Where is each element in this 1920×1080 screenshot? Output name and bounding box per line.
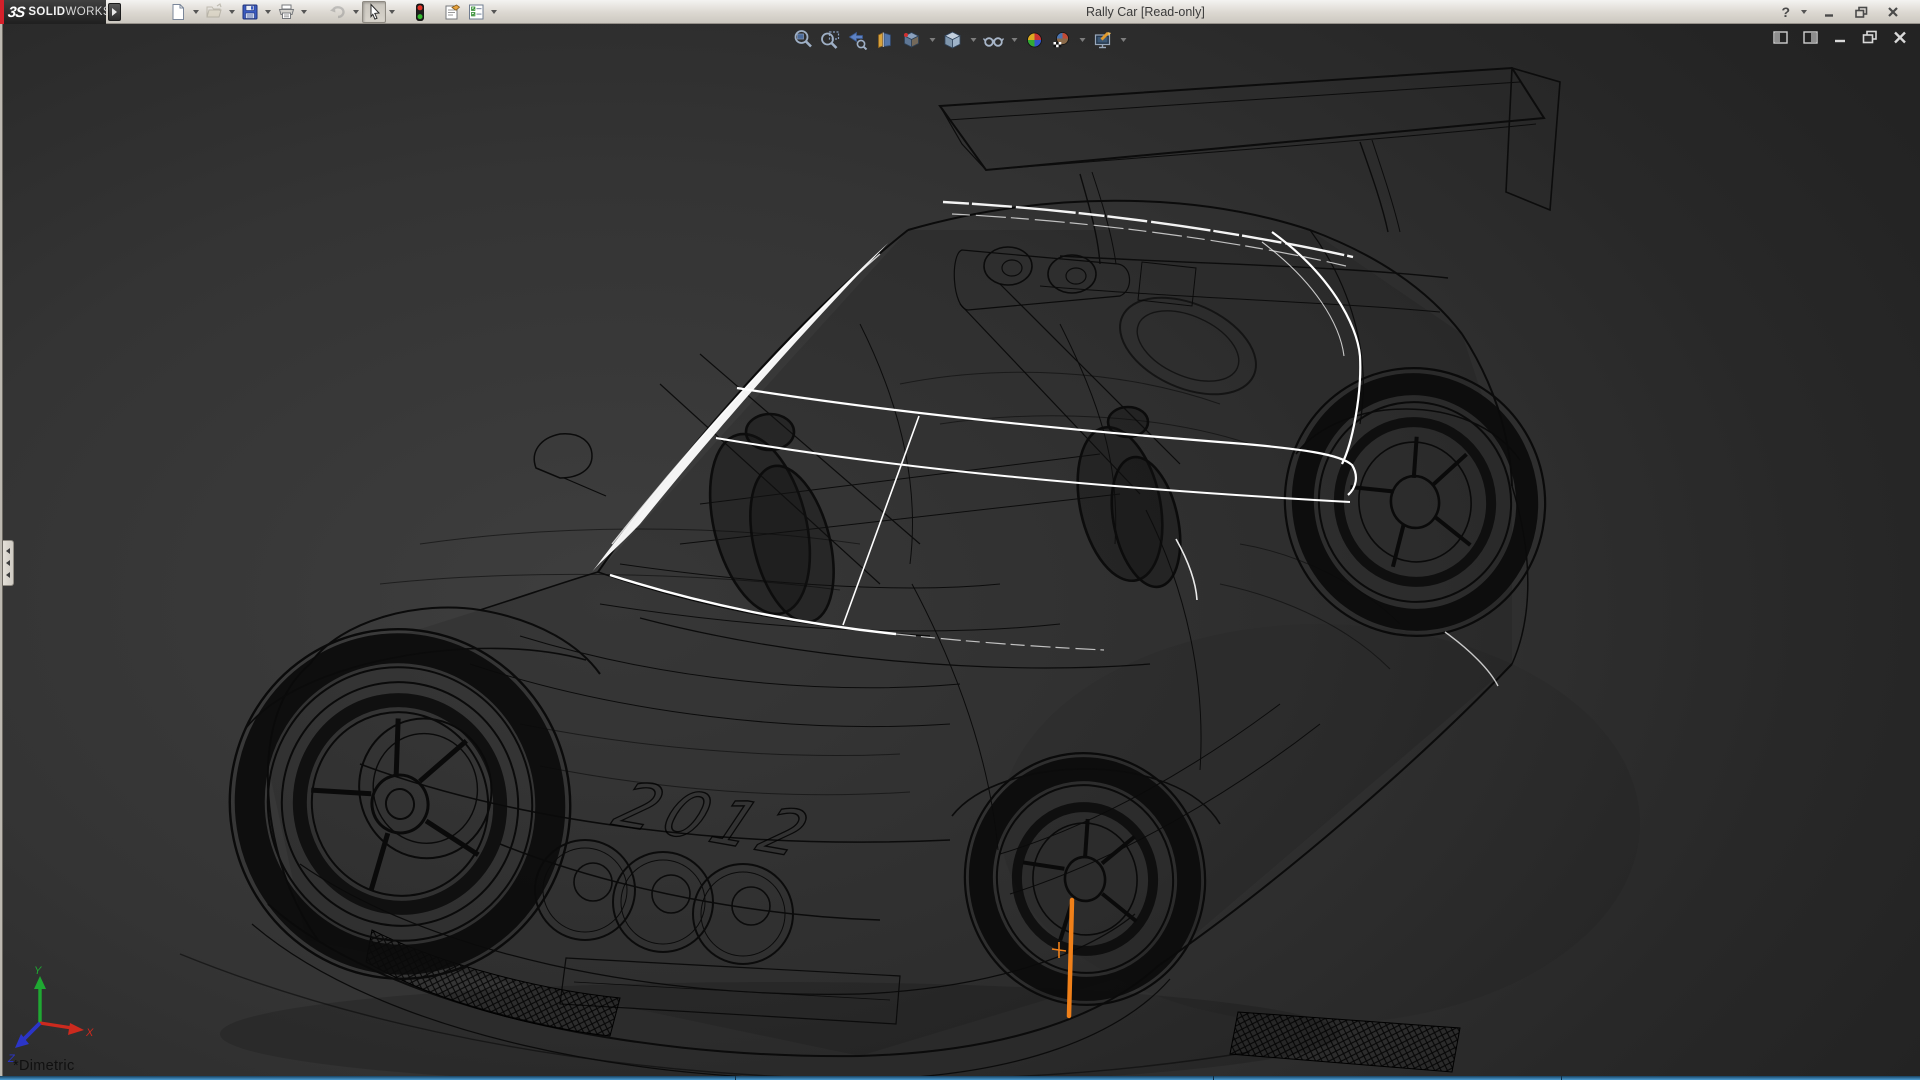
previous-view-button[interactable] (846, 28, 870, 52)
svg-text:Y: Y (34, 965, 42, 977)
options-dropdown[interactable] (488, 1, 500, 23)
chevron-left-icon (6, 572, 10, 578)
right-pane-toggle-button[interactable] (1800, 28, 1820, 46)
save-button[interactable] (238, 1, 262, 23)
restore-icon (1854, 5, 1869, 19)
doc-close-button[interactable] (1890, 28, 1910, 46)
doc-minimize-button[interactable] (1830, 28, 1850, 46)
brand-name-bold: SOLID (28, 6, 65, 18)
title-bar: 3S SOLIDWORKS (0, 0, 1920, 24)
print-button[interactable] (274, 1, 298, 23)
select-cursor-icon (366, 3, 383, 21)
new-document-icon (169, 3, 187, 21)
collapsed-panel-tab[interactable] (3, 540, 14, 586)
brand-name-light: WORKS (66, 6, 111, 18)
display-style-icon (943, 30, 963, 50)
open-document-button[interactable] (202, 1, 226, 23)
rebuild-button[interactable] (408, 1, 432, 23)
minimize-icon (1822, 5, 1836, 19)
app-minimize-button[interactable] (1816, 2, 1842, 22)
view-orientation-icon (902, 30, 922, 50)
graphics-viewport[interactable]: 2012 (0, 24, 1920, 1076)
restore-window-icon (1862, 30, 1878, 44)
close-icon (1886, 5, 1900, 19)
help-button[interactable]: ? (1779, 4, 1792, 20)
rebuild-traffic-light-icon (414, 3, 426, 22)
chevron-left-icon (6, 560, 10, 566)
orientation-triad: Y X Z (7, 965, 94, 1065)
file-properties-icon (443, 3, 462, 21)
view-orientation-dropdown[interactable] (927, 28, 938, 52)
section-view-icon (875, 30, 895, 50)
open-document-icon (205, 3, 224, 21)
save-dropdown[interactable] (262, 1, 274, 23)
left-pane-toggle-button[interactable] (1770, 28, 1790, 46)
apply-scene-button[interactable] (1050, 28, 1074, 52)
options-icon (467, 3, 486, 21)
zoom-to-fit-icon (794, 30, 814, 50)
window-title: Rally Car [Read-only] (1086, 5, 1205, 19)
brand-red-stripe (0, 0, 4, 24)
doc-restore-button[interactable] (1860, 28, 1880, 46)
rally-car-wireframe: 2012 (7, 68, 1640, 1076)
edit-appearance-button[interactable] (1023, 28, 1047, 52)
hide-show-items-button[interactable] (982, 28, 1006, 52)
app-close-button[interactable] (1880, 2, 1906, 22)
apply-scene-icon (1052, 30, 1072, 50)
zoom-to-area-button[interactable] (819, 28, 843, 52)
previous-view-icon (848, 30, 868, 50)
hide-show-items-dropdown[interactable] (1009, 28, 1020, 52)
undo-icon (328, 3, 348, 21)
view-settings-button[interactable] (1091, 28, 1115, 52)
edit-appearance-icon (1025, 30, 1045, 50)
solidworks-logo: 3S SOLIDWORKS (0, 0, 106, 24)
hide-show-items-icon (983, 30, 1005, 50)
section-view-button[interactable] (873, 28, 897, 52)
chevron-left-icon (6, 548, 10, 554)
view-settings-icon (1092, 30, 1113, 50)
undo-button[interactable] (326, 1, 350, 23)
right-pane-toggle-icon (1803, 31, 1818, 44)
select-tool-dropdown[interactable] (386, 1, 398, 23)
app-restore-button[interactable] (1848, 2, 1874, 22)
model-viewport-canvas[interactable]: 2012 (0, 24, 1920, 1076)
minimize-window-icon (1833, 31, 1847, 44)
left-pane-toggle-icon (1773, 31, 1788, 44)
print-icon (277, 3, 296, 21)
view-settings-dropdown[interactable] (1118, 28, 1129, 52)
open-document-dropdown[interactable] (226, 1, 238, 23)
file-properties-button[interactable] (440, 1, 464, 23)
options-button[interactable] (464, 1, 488, 23)
display-style-dropdown[interactable] (968, 28, 979, 52)
menu-flyout-arrow-icon[interactable] (108, 3, 121, 21)
view-orientation-button[interactable] (900, 28, 924, 52)
print-dropdown[interactable] (298, 1, 310, 23)
solidworks-logo-glyph: 3S (7, 4, 26, 21)
display-style-button[interactable] (941, 28, 965, 52)
new-document-button[interactable] (166, 1, 190, 23)
apply-scene-dropdown[interactable] (1077, 28, 1088, 52)
select-tool-button[interactable] (362, 1, 386, 23)
undo-dropdown[interactable] (350, 1, 362, 23)
title-bar-controls: ? (1779, 0, 1906, 24)
svg-text:X: X (85, 1027, 94, 1039)
main-toolbar (166, 0, 500, 24)
zoom-to-area-icon (821, 30, 841, 50)
save-icon (241, 3, 259, 21)
view-orientation-label: *Dimetric (13, 1058, 75, 1074)
taskbar-top-edge (0, 1076, 1920, 1080)
document-window-controls (1770, 28, 1910, 46)
help-dropdown[interactable] (1798, 1, 1810, 23)
zoom-to-fit-button[interactable] (792, 28, 816, 52)
close-window-icon (1893, 31, 1907, 44)
new-document-dropdown[interactable] (190, 1, 202, 23)
headsup-view-toolbar (792, 28, 1129, 52)
